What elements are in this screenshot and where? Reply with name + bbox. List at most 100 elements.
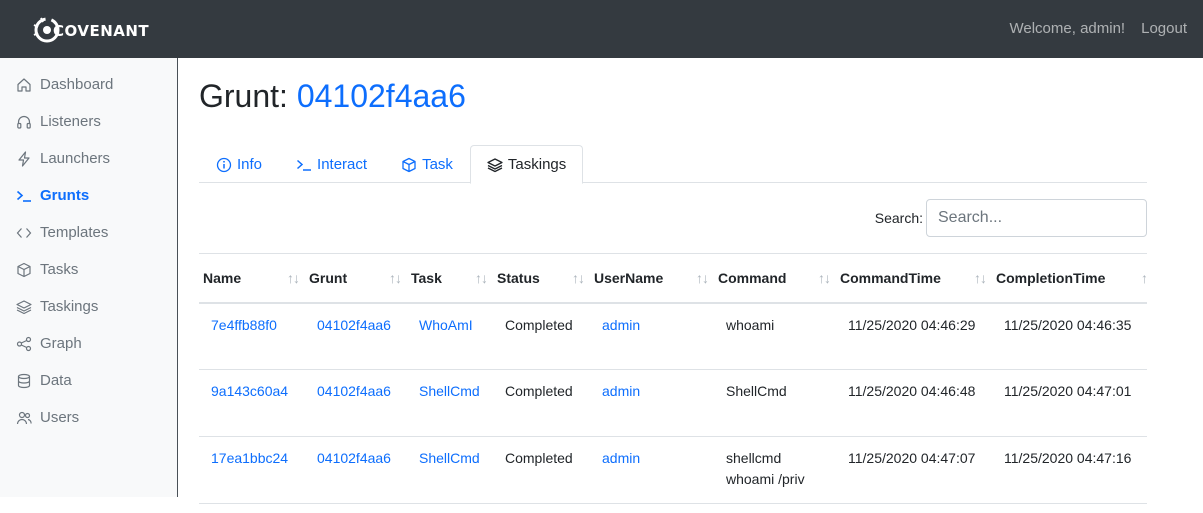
brand-name: COVENANT	[53, 21, 150, 40]
sort-arrows-icon: ↑↓	[974, 270, 987, 286]
completion-time-cell: 11/25/2020 04:46:35	[992, 302, 1147, 370]
status-cell: Completed	[493, 302, 590, 370]
sort-arrows-icon: ↑↓	[572, 270, 585, 286]
task-link[interactable]: ShellCmd	[407, 436, 493, 504]
command-time-cell: 11/25/2020 04:47:07	[836, 436, 992, 504]
sort-arrows-icon: ↑↓	[287, 270, 300, 286]
sidebar-item-users[interactable]: Users	[0, 399, 177, 436]
sidebar-nav: Dashboard Listeners Launchers Grunts Tem…	[0, 58, 177, 436]
taskings-table: Name ↑↓ Grunt ↑↓ Task ↑↓ Status ↑↓ UserName ↑…	[199, 253, 1147, 504]
share-icon	[16, 336, 32, 351]
lightning-icon	[18, 150, 30, 167]
table-header-row: Name ↑↓ Grunt ↑↓ Task ↑↓ Status ↑↓ UserName ↑…	[199, 253, 1147, 304]
sort-arrows-icon: ↑↓	[696, 270, 709, 286]
command-time-cell: 11/25/2020 04:46:48	[836, 369, 992, 437]
brand-logo[interactable]: COVENANT	[32, 15, 149, 45]
sidebar-item-graph[interactable]: Graph	[0, 325, 177, 362]
column-header-username[interactable]: UserName ↑↓	[590, 253, 714, 304]
tab-info[interactable]: Info	[199, 145, 279, 184]
tab-taskings[interactable]: Taskings	[469, 145, 584, 184]
username-link[interactable]: admin	[590, 369, 714, 437]
column-header-task[interactable]: Task ↑↓	[407, 253, 493, 304]
task-link[interactable]: ShellCmd	[407, 369, 493, 437]
tab-interact[interactable]: Interact	[279, 145, 384, 184]
column-header-status[interactable]: Status ↑↓	[493, 253, 590, 304]
status-cell: Completed	[493, 369, 590, 437]
sidebar-item-label: Dashboard	[40, 76, 114, 93]
headphones-icon	[17, 115, 31, 129]
sidebar-item-dashboard[interactable]: Dashboard	[0, 66, 177, 103]
tab-label: Task	[422, 156, 453, 173]
top-nav: Welcome, admin! Logout	[1010, 20, 1188, 37]
code-icon	[16, 227, 32, 238]
sidebar-item-grunts[interactable]: Grunts	[0, 177, 177, 214]
tab-task[interactable]: Task	[384, 145, 470, 184]
sidebar-item-label: Grunts	[40, 187, 90, 204]
column-header-commandtime[interactable]: CommandTime ↑↓	[836, 253, 992, 304]
column-header-command[interactable]: Command ↑↓	[714, 253, 836, 304]
command-cell: ShellCmd	[714, 369, 836, 437]
users-icon	[16, 411, 32, 424]
grunt-id[interactable]: 04102f4aa6	[297, 78, 466, 114]
page-title: Grunt: 04102f4aa6	[199, 76, 1147, 116]
terminal-icon	[297, 159, 312, 171]
logout-link[interactable]: Logout	[1141, 20, 1187, 37]
box-icon	[17, 262, 31, 277]
command-cell: whoami	[714, 302, 836, 370]
completion-time-cell: 11/25/2020 04:47:01	[992, 369, 1147, 437]
grunt-tabs: Info Interact Task Taskings	[199, 145, 1147, 184]
page-title-prefix: Grunt:	[199, 78, 297, 114]
tasking-name-link[interactable]: 7e4ffb88f0	[199, 302, 305, 370]
home-icon	[17, 77, 31, 92]
search-label: Search:	[874, 210, 923, 226]
tab-label: Taskings	[507, 156, 567, 173]
grunt-link[interactable]: 04102f4aa6	[305, 302, 407, 370]
main-content: Grunt: 04102f4aa6 Info Interact Task Tas…	[199, 58, 1147, 504]
welcome-link[interactable]: Welcome, admin!	[1010, 20, 1126, 37]
taskings-table-container: Name ↑↓ Grunt ↑↓ Task ↑↓ Status ↑↓ UserName ↑…	[199, 253, 1147, 513]
sidebar: Dashboard Listeners Launchers Grunts Tem…	[0, 58, 178, 497]
sidebar-item-templates[interactable]: Templates	[0, 214, 177, 251]
sidebar-item-label: Launchers	[40, 150, 111, 167]
username-link[interactable]: admin	[590, 302, 714, 370]
sidebar-item-tasks[interactable]: Tasks	[0, 251, 177, 288]
sort-arrows-icon: ↑↓	[818, 270, 831, 286]
tab-label: Interact	[317, 156, 368, 173]
top-navbar: COVENANT Welcome, admin! Logout	[0, 0, 1203, 58]
table-search: Search:	[875, 199, 1147, 237]
sidebar-item-label: Tasks	[40, 261, 79, 278]
grunt-link[interactable]: 04102f4aa6	[305, 436, 407, 504]
tasking-name-link[interactable]: 17ea1bbc24	[199, 436, 305, 504]
sort-arrows-icon: ↑↓	[1141, 270, 1147, 286]
command-time-cell: 11/25/2020 04:46:29	[836, 302, 992, 370]
sidebar-item-label: Templates	[40, 224, 109, 241]
sidebar-item-data[interactable]: Data	[0, 362, 177, 399]
tasking-name-link[interactable]: 9a143c60a4	[199, 369, 305, 437]
column-header-name[interactable]: Name ↑↓	[199, 253, 305, 304]
column-header-grunt[interactable]: Grunt ↑↓	[305, 253, 407, 304]
command-cell: shellcmd whoami /priv	[714, 436, 836, 504]
status-cell: Completed	[493, 436, 590, 504]
table-row: 17ea1bbc24 04102f4aa6 ShellCmd Completed…	[199, 436, 1147, 504]
grunt-link[interactable]: 04102f4aa6	[305, 369, 407, 437]
username-link[interactable]: admin	[590, 436, 714, 504]
completion-time-cell: 11/25/2020 04:47:16	[992, 436, 1147, 504]
info-circle-icon	[216, 157, 232, 172]
sidebar-item-label: Listeners	[40, 113, 101, 130]
terminal-icon	[16, 190, 31, 202]
task-link[interactable]: WhoAmI	[407, 302, 493, 370]
sidebar-item-label: Users	[40, 409, 80, 426]
database-icon	[17, 373, 31, 388]
sidebar-item-label: Taskings	[40, 298, 99, 315]
box-icon	[402, 157, 416, 172]
sort-arrows-icon: ↑↓	[475, 270, 488, 286]
sidebar-item-label: Graph	[40, 335, 82, 352]
column-header-completiontime[interactable]: CompletionTime↑↓	[992, 253, 1147, 304]
sidebar-item-taskings[interactable]: Taskings	[0, 288, 177, 325]
search-input[interactable]	[926, 199, 1147, 237]
layers-icon	[16, 299, 32, 314]
layers-icon	[487, 157, 503, 172]
sidebar-item-launchers[interactable]: Launchers	[0, 140, 177, 177]
sidebar-item-listeners[interactable]: Listeners	[0, 103, 177, 140]
table-row: 9a143c60a4 04102f4aa6 ShellCmd Completed…	[199, 369, 1147, 437]
